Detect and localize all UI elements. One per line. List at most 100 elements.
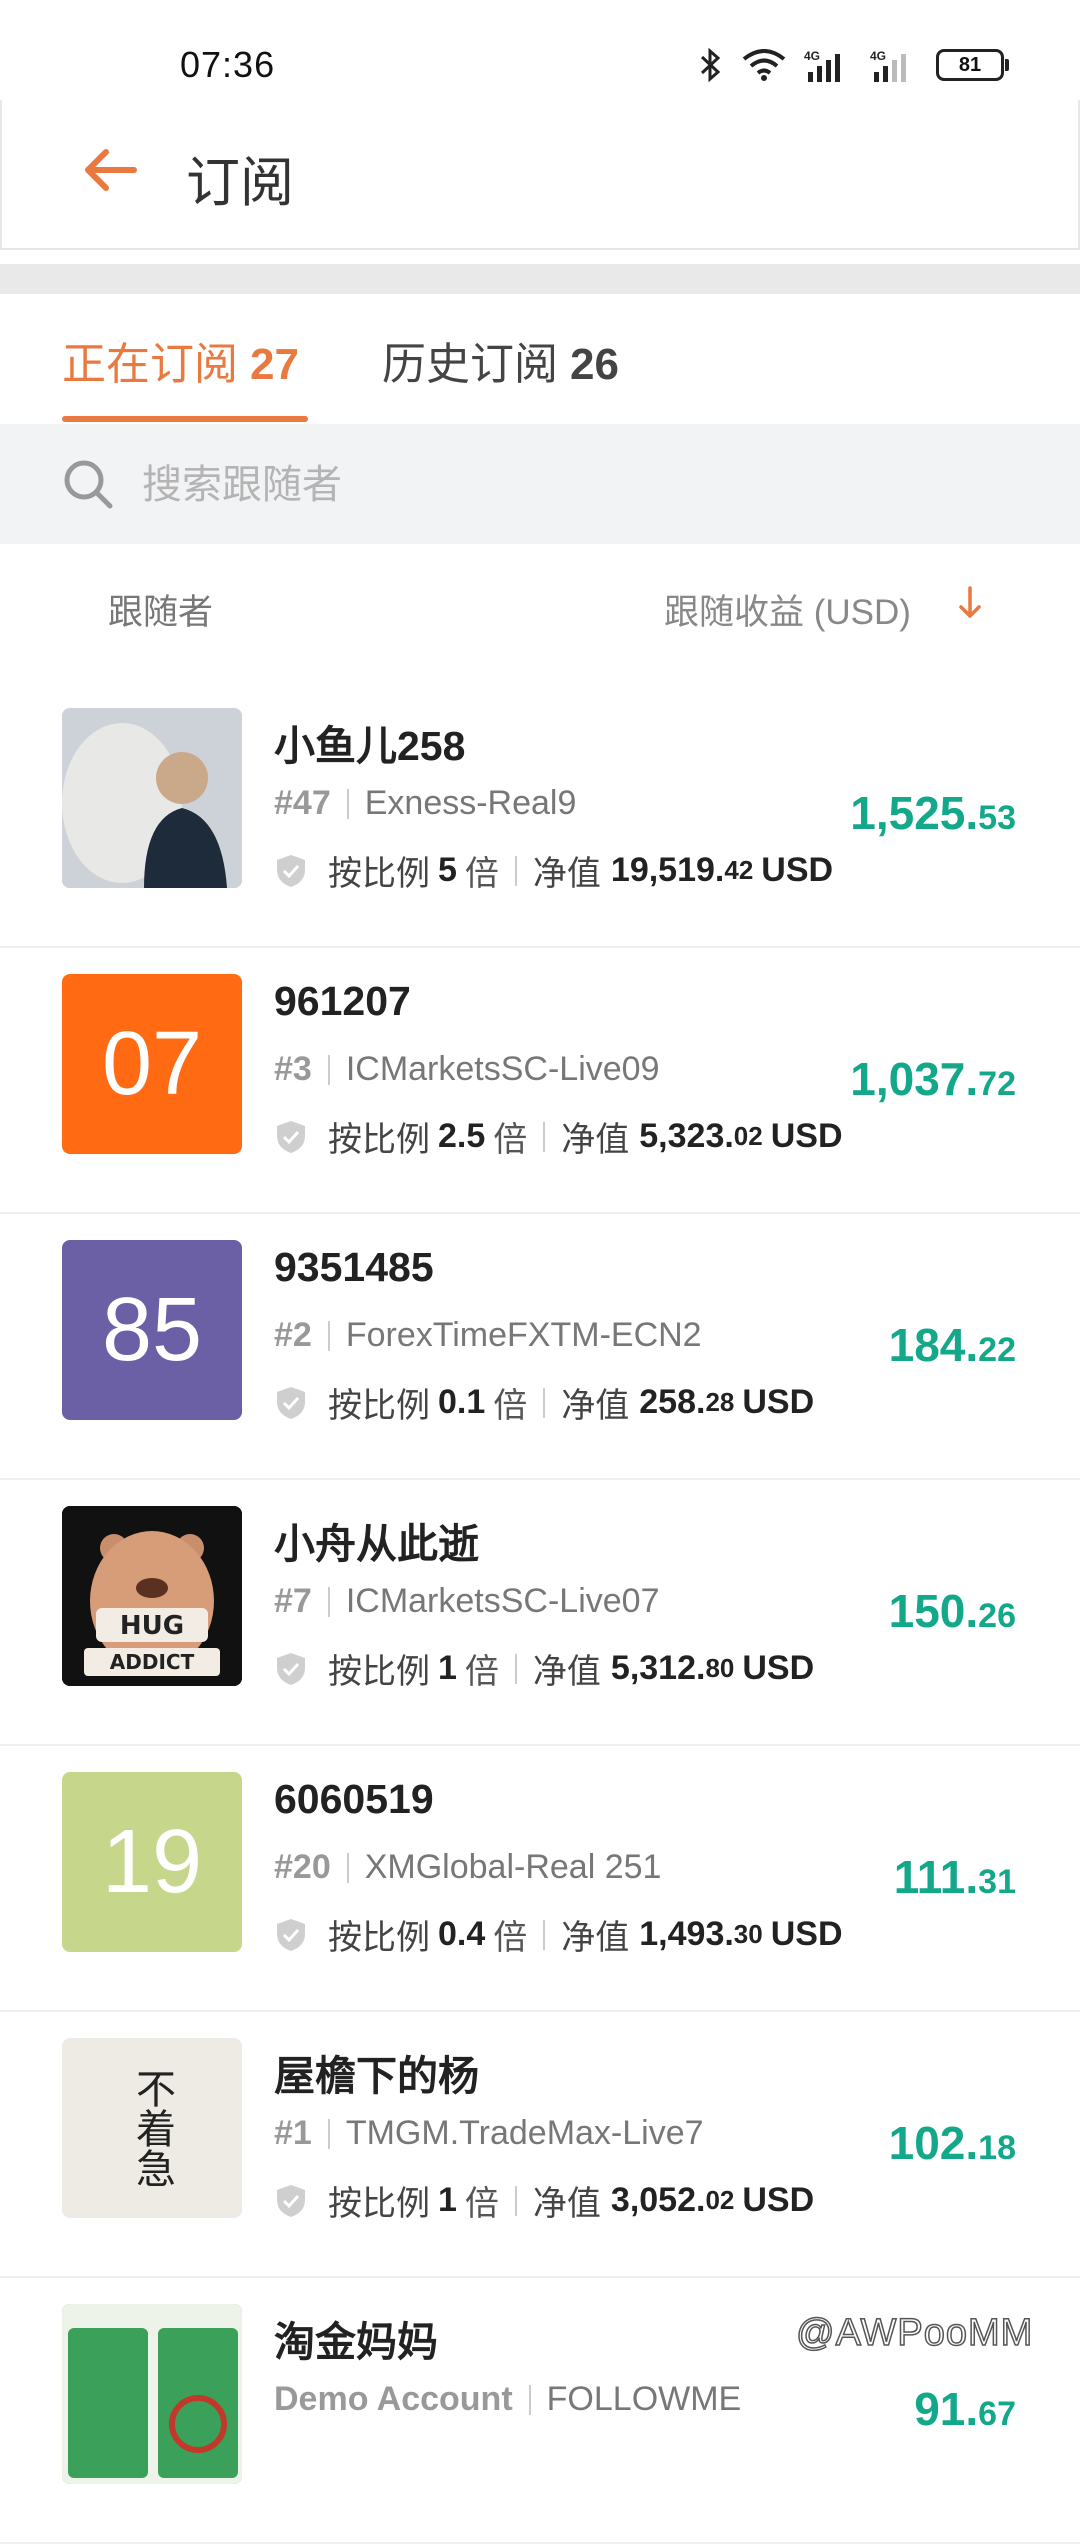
equity-int: 19,519. — [610, 851, 725, 889]
divider — [514, 855, 517, 886]
follower-server: Exness-Real9 — [364, 784, 577, 822]
follower-server: ICMarketsSC-Live07 — [345, 1582, 660, 1620]
follower-meta: 按比例 1 倍 净值 5,312. 80 USD — [274, 1644, 814, 1693]
search-input[interactable] — [140, 456, 1004, 514]
profit-int: 1,037. — [850, 1053, 979, 1105]
tab-label: 历史订阅 — [382, 340, 558, 389]
app-header: 订阅 — [0, 100, 1080, 250]
sort-by-profit[interactable]: 跟随收益 (USD) — [664, 584, 911, 635]
follower-row[interactable]: HUG ADDICT 小舟从此逝 #7 ICMarketsSC-Live07 按… — [0, 1480, 1080, 1746]
profit-dec: 31 — [978, 1863, 1016, 1901]
follower-profit: 102.18 — [889, 2116, 1016, 2170]
equity-currency: USD — [761, 851, 834, 889]
profit-int: 91. — [914, 2383, 979, 2435]
follower-meta: 按比例 0.4 倍 净值 1,493. 30 USD — [274, 1910, 843, 1959]
equity-dec: 30 — [733, 1919, 763, 1949]
shield-icon — [277, 1386, 305, 1419]
follower-rank: #3 — [274, 1050, 312, 1088]
equity-currency: USD — [770, 1915, 843, 1953]
search-bar — [0, 424, 1080, 544]
equity-dec: 02 — [705, 2185, 735, 2215]
equity-currency: USD — [742, 1649, 815, 1687]
follower-server: ICMarketsSC-Live09 — [345, 1050, 660, 1088]
ratio-prefix: 按比例 — [328, 855, 430, 893]
page-title: 订阅 — [186, 153, 294, 213]
ratio-suffix: 倍 — [464, 2185, 499, 2223]
avatar-text: 不着急 — [129, 2068, 175, 2188]
shield-icon — [277, 2184, 305, 2217]
divider — [543, 1121, 546, 1152]
ratio-prefix: 按比例 — [328, 2185, 430, 2223]
divider — [514, 2185, 517, 2216]
equity-prefix: 净值 — [561, 1919, 630, 1957]
signal-4g-icon-2: 4G — [870, 49, 906, 82]
green-card-avatar-image — [62, 2304, 242, 2484]
equity-int: 1,493. — [639, 1915, 734, 1953]
avatar-text: 07 — [101, 1013, 203, 1114]
back-arrow-icon[interactable] — [80, 140, 140, 200]
tab-current-subscriptions[interactable]: 正在订阅 27 — [62, 328, 299, 392]
equity-currency: USD — [742, 1383, 815, 1421]
tab-count: 27 — [250, 340, 299, 389]
follower-name: 961207 — [274, 978, 411, 1024]
tab-label: 正在订阅 — [62, 340, 238, 389]
divider — [543, 1387, 546, 1418]
svg-text:4G: 4G — [870, 49, 886, 63]
equity-prefix: 净值 — [532, 2185, 601, 2223]
equity-currency: USD — [770, 1117, 843, 1155]
avatar-photo — [62, 708, 242, 888]
equity-prefix: 净值 — [532, 855, 601, 893]
avatar-text: 19 — [101, 1811, 203, 1912]
active-tab-indicator — [62, 416, 308, 422]
divider — [346, 1852, 349, 1883]
follower-rank: #1 — [274, 2114, 312, 2152]
sort-down-arrow-icon[interactable] — [958, 586, 982, 620]
follower-name: 淘金妈妈 — [274, 2319, 438, 2365]
follower-name: 小舟从此逝 — [274, 1521, 479, 1567]
svg-text:ADDICT: ADDICT — [110, 1650, 195, 1674]
divider — [514, 1653, 517, 1684]
shield-icon — [277, 1652, 305, 1685]
avatar-initials: 85 — [62, 1240, 242, 1420]
equity-dec: 28 — [705, 1387, 735, 1417]
watermark: @AWPooMM — [795, 2311, 1034, 2355]
svg-text:HUG: HUG — [120, 1611, 184, 1641]
divider — [327, 1054, 330, 1085]
ratio-suffix: 倍 — [493, 1121, 528, 1159]
avatar-initials: 07 — [62, 974, 242, 1154]
profit-int: 150. — [888, 1585, 979, 1637]
follower-meta: 按比例 5 倍 净值 19,519. 42 USD — [274, 846, 833, 895]
divider — [346, 788, 349, 819]
bluetooth-icon — [700, 48, 721, 82]
equity-prefix: 净值 — [561, 1121, 630, 1159]
follower-profit: 111.31 — [894, 1850, 1016, 1904]
follower-account: #47 Exness-Real9 — [274, 784, 576, 823]
equity-dec: 02 — [733, 1121, 763, 1151]
profit-dec: 26 — [978, 1597, 1016, 1635]
equity-dec: 42 — [724, 855, 754, 885]
profit-dec: 22 — [978, 1331, 1016, 1369]
follower-account: #1 TMGM.TradeMax-Live7 — [274, 2114, 704, 2153]
follower-row[interactable]: 小鱼儿258 #47 Exness-Real9 按比例 5 倍 净值 19,51… — [0, 682, 1080, 948]
column-follower: 跟随者 — [108, 593, 214, 632]
ratio-prefix: 按比例 — [328, 1653, 430, 1691]
follower-row[interactable]: 不着急 屋檐下的杨 #1 TMGM.TradeMax-Live7 按比例 1 倍… — [0, 2012, 1080, 2278]
profit-dec: 67 — [978, 2395, 1016, 2433]
follower-row[interactable]: 19 6060519 #20 XMGlobal-Real 251 按比例 0.4… — [0, 1746, 1080, 2012]
follower-name: 小鱼儿258 — [274, 723, 466, 769]
equity-int: 5,312. — [610, 1649, 706, 1687]
avatar-image: HUG ADDICT — [62, 1506, 242, 1686]
ratio-value: 1 — [438, 1649, 457, 1687]
ratio-value: 0.4 — [438, 1915, 486, 1953]
follower-rank: #20 — [274, 1848, 331, 1886]
ratio-suffix: 倍 — [464, 855, 499, 893]
follower-row[interactable]: 07 961207 #3 ICMarketsSC-Live09 按比例 2.5 … — [0, 948, 1080, 1214]
profit-int: 184. — [888, 1319, 979, 1371]
follower-row[interactable]: 85 9351485 #2 ForexTimeFXTM-ECN2 按比例 0.1… — [0, 1214, 1080, 1480]
divider — [327, 1586, 330, 1617]
follower-profit: 91.67 — [914, 2382, 1016, 2436]
follower-name: 屋檐下的杨 — [274, 2053, 479, 2099]
ratio-prefix: 按比例 — [328, 1387, 430, 1425]
tab-history-subscriptions[interactable]: 历史订阅 26 — [382, 328, 619, 392]
follower-meta: 按比例 2.5 倍 净值 5,323. 02 USD — [274, 1112, 843, 1161]
